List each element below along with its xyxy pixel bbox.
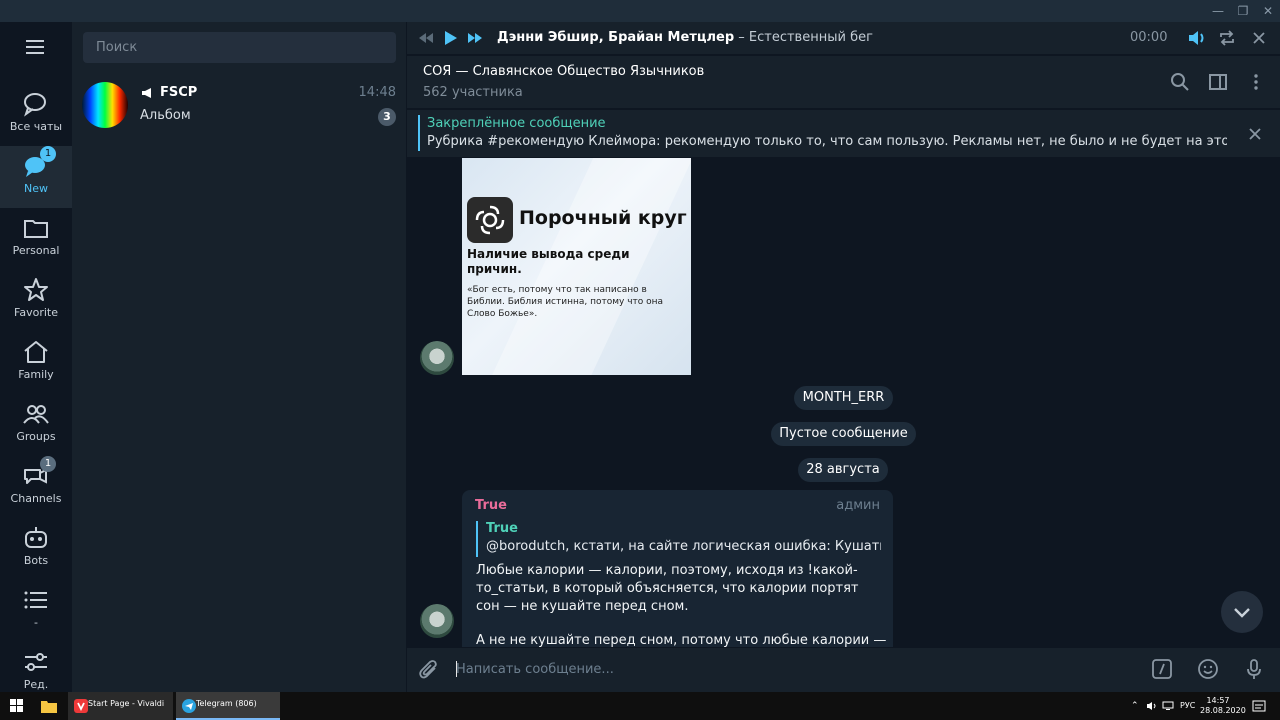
chat-avatar [82, 82, 128, 128]
home-icon [22, 338, 50, 366]
track-name: Естественный бег [748, 30, 873, 45]
emoji-icon[interactable] [1197, 658, 1219, 680]
chats-icon [22, 90, 50, 118]
search-input[interactable] [83, 32, 396, 63]
track-title[interactable]: Дэнни Эбшир, Брайан Метцлер – Естественн… [497, 30, 873, 45]
folder-label: Все чаты [9, 120, 63, 133]
tray-clock[interactable]: 14:57 28.08.2020 [1200, 696, 1246, 716]
folder-family[interactable]: Family [0, 332, 72, 394]
service-message: MONTH_ERR [794, 386, 893, 410]
sender-avatar[interactable] [420, 341, 454, 375]
folder-label: - [34, 616, 38, 629]
tray-language[interactable]: РУС [1180, 701, 1195, 710]
folder-channels[interactable]: 1 Channels [0, 456, 72, 518]
folder-favorite[interactable]: Favorite [0, 270, 72, 332]
folder-label: Personal [12, 244, 60, 257]
reply-author[interactable]: True [486, 521, 518, 536]
unread-badge: 3 [378, 108, 396, 126]
folder-unnamed[interactable]: - [0, 580, 72, 642]
tray-date: 28.08.2020 [1200, 706, 1246, 715]
folder-badge: 1 [40, 146, 56, 162]
bot-icon [22, 524, 50, 552]
close-pinned-icon[interactable] [1247, 126, 1263, 142]
date-separator: 28 августа [798, 458, 888, 482]
telegram-icon [182, 699, 196, 713]
track-time: 00:00 [1130, 30, 1168, 45]
folder-icon [22, 214, 50, 242]
volume-icon[interactable] [1187, 29, 1207, 47]
file-explorer-icon[interactable] [41, 699, 57, 713]
reply-accent-bar [476, 521, 478, 557]
vivaldi-icon [74, 699, 88, 713]
chat-time: 14:48 [358, 85, 396, 100]
folder-label: New [24, 182, 48, 195]
folder-label: Groups [16, 430, 56, 443]
bot-commands-icon[interactable] [1151, 658, 1173, 680]
image-brand-text: Порочный круг [519, 207, 687, 229]
menu-icon[interactable] [24, 38, 48, 56]
notifications-icon[interactable] [1252, 699, 1266, 713]
folder-label: Favorite [14, 306, 58, 319]
list-icon [22, 586, 50, 614]
star-icon [22, 276, 50, 304]
pinned-title: Закреплённое сообщение [427, 116, 606, 131]
attach-icon[interactable] [418, 658, 440, 680]
groups-icon [22, 400, 50, 428]
windows-start-icon[interactable] [10, 699, 24, 713]
folder-label: Bots [23, 554, 49, 567]
next-track-icon[interactable] [466, 30, 484, 46]
folder-new[interactable]: 1 New [0, 146, 72, 208]
message-author[interactable]: True [475, 498, 507, 513]
folders-sidebar: Все чаты 1 New Personal Favorite Family … [0, 22, 72, 692]
tray-time: 14:57 [1206, 696, 1230, 705]
reply-preview[interactable]: @borodutch, кстати, на сайте логическая … [486, 539, 881, 554]
folder-all-chats[interactable]: Все чаты [0, 84, 72, 146]
sidebar-toggle-icon[interactable] [1208, 72, 1228, 92]
tray-volume-icon[interactable] [1146, 701, 1158, 711]
edit-folders-icon [22, 648, 50, 676]
microphone-icon[interactable] [1243, 658, 1265, 680]
service-message: Пустое сообщение [771, 422, 916, 446]
author-role: админ [836, 498, 880, 513]
tray-network-icon[interactable] [1162, 701, 1174, 711]
chat-preview: Альбом [140, 108, 191, 123]
folder-label: Family [18, 368, 54, 381]
image-quote: «Бог есть, потому что так написано в Биб… [467, 285, 664, 319]
minimize-button[interactable]: — [1206, 3, 1230, 19]
folder-label: Ред. [23, 678, 49, 691]
taskbar-app-vivaldi[interactable]: Start Page - Vivaldi [68, 692, 173, 720]
taskbar-app-telegram[interactable]: Telegram (806) [176, 692, 280, 720]
play-icon[interactable] [443, 29, 459, 47]
message-input[interactable] [456, 655, 1136, 683]
chat-name: FSCP [160, 85, 198, 100]
folder-bots[interactable]: Bots [0, 518, 72, 580]
track-separator: – [734, 30, 749, 45]
close-window-button[interactable]: ✕ [1256, 3, 1280, 19]
window-title-bar: — ❐ ✕ [0, 0, 1280, 22]
channel-member-count: 562 участника [423, 85, 523, 100]
scroll-down-button[interactable] [1221, 591, 1263, 633]
tray-chevron-icon[interactable]: ⌃ [1131, 701, 1141, 711]
folder-groups[interactable]: Groups [0, 394, 72, 456]
brand-logo-icon [467, 197, 513, 243]
sender-avatar[interactable] [420, 604, 454, 638]
folder-badge: 1 [40, 456, 56, 472]
channel-title[interactable]: СОЯ — Славянское Общество Язычников [423, 64, 704, 79]
search-icon[interactable] [1170, 72, 1190, 92]
more-options-icon[interactable] [1246, 72, 1266, 92]
folder-label: Channels [10, 492, 62, 505]
taskbar-app-label: Telegram (806) [196, 699, 257, 708]
pinned-text: Рубрика #рекомендую Клеймора: рекомендую… [427, 134, 1227, 149]
taskbar-app-label: Start Page - Vivaldi [88, 699, 165, 708]
folder-personal[interactable]: Personal [0, 208, 72, 270]
message-text: Любые калории — калории, поэтому, исходя… [476, 563, 859, 614]
image-heading: Наличие вывода среди причин. [467, 247, 630, 276]
repeat-icon[interactable] [1218, 30, 1236, 46]
close-player-icon[interactable] [1251, 30, 1267, 46]
maximize-button[interactable]: ❐ [1231, 3, 1255, 19]
channel-icon [141, 86, 155, 100]
track-artist: Дэнни Эбшир, Брайан Метцлер [497, 30, 735, 45]
previous-track-icon[interactable] [417, 30, 435, 46]
pinned-accent-bar [418, 115, 420, 151]
